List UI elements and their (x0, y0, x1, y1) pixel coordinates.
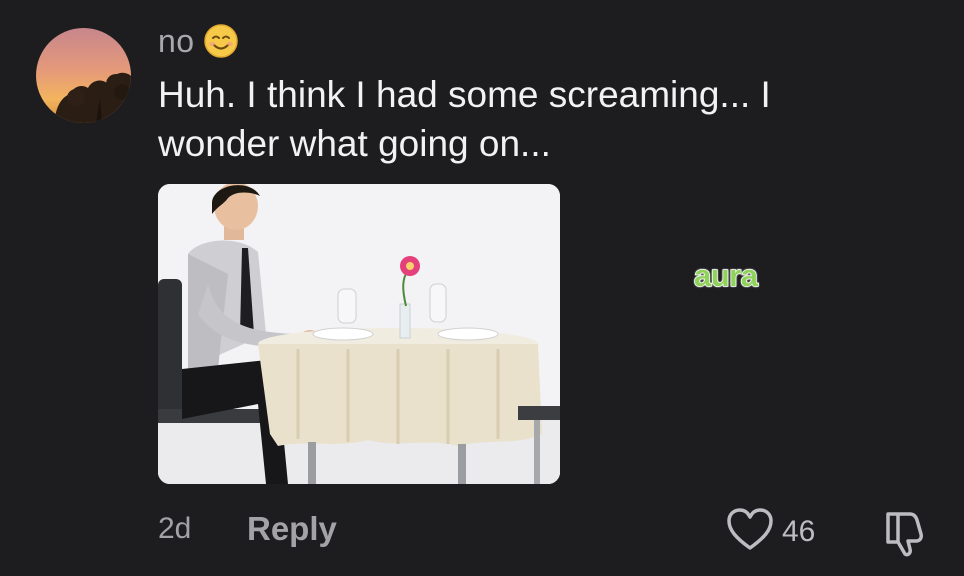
username-row: no (158, 18, 239, 64)
comment-timestamp: 2d (158, 512, 192, 545)
reply-button[interactable]: Reply (247, 510, 337, 548)
comment-text: Huh. I think I had some screaming... I w… (158, 74, 771, 164)
smiling-face-icon (203, 23, 239, 59)
username[interactable]: no (158, 23, 195, 60)
heart-icon[interactable] (726, 507, 774, 557)
like-button[interactable]: 46 (726, 507, 816, 557)
comment-image[interactable] (158, 184, 560, 484)
avatar[interactable] (36, 28, 131, 123)
like-count: 46 (782, 515, 816, 548)
aura-sticker: aura (693, 257, 758, 294)
thumbs-down-icon[interactable] (880, 508, 930, 558)
